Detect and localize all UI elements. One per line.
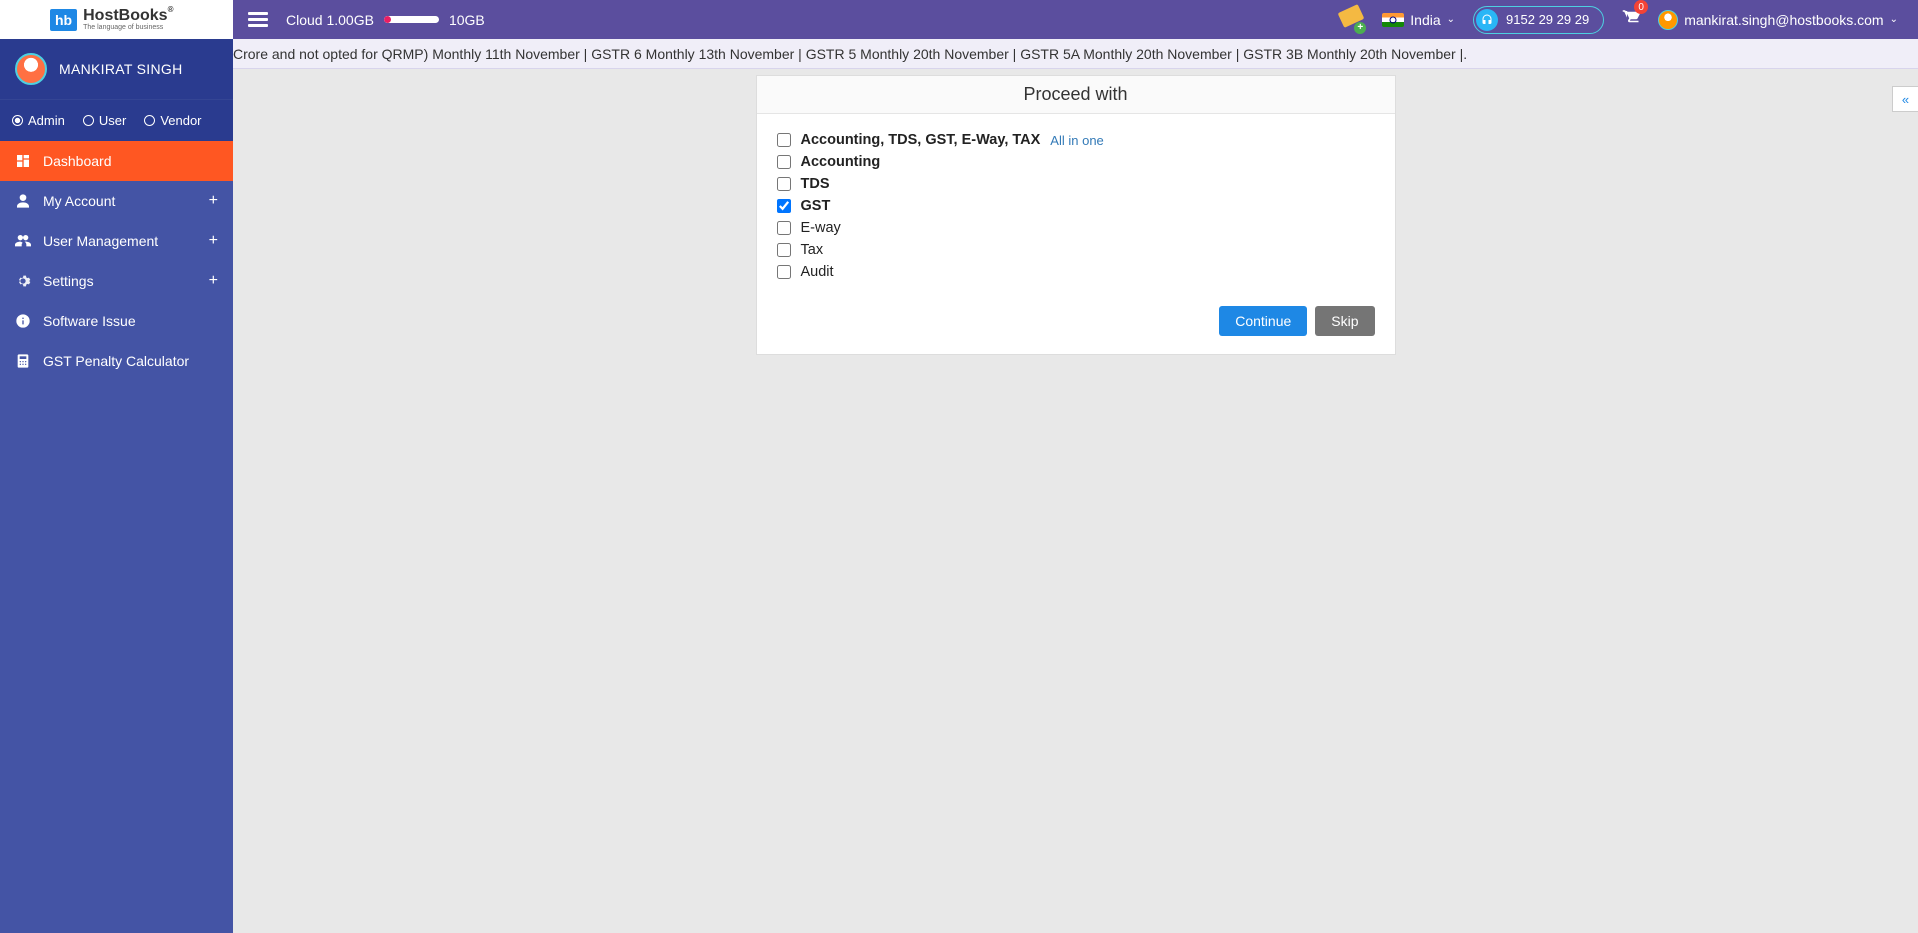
nav-gst-penalty[interactable]: GST Penalty Calculator [0, 341, 233, 381]
card-footer: Continue Skip [757, 302, 1395, 354]
ticket-icon[interactable]: + [1340, 8, 1364, 32]
collapse-panel-button[interactable]: « [1892, 86, 1918, 112]
option-tax[interactable]: Tax [777, 242, 1375, 258]
proceed-card: Proceed with Accounting, TDS, GST, E-Way… [756, 75, 1396, 355]
role-vendor[interactable]: Vendor [144, 113, 201, 128]
headset-icon [1476, 9, 1498, 31]
phone-number: 9152 29 29 29 [1506, 12, 1589, 27]
option-accounting[interactable]: Accounting [777, 154, 1375, 170]
option-tds[interactable]: TDS [777, 176, 1375, 192]
skip-button[interactable]: Skip [1315, 306, 1374, 336]
hamburger-icon[interactable] [248, 12, 268, 27]
sidebar-profile[interactable]: MANKIRAT SINGH [0, 39, 233, 99]
cart-badge: 0 [1634, 0, 1648, 14]
country-label: India [1410, 12, 1440, 28]
role-admin[interactable]: Admin [12, 113, 65, 128]
info-icon [15, 313, 31, 329]
expand-icon: + [209, 232, 218, 250]
nav-software-issue[interactable]: Software Issue [0, 301, 233, 341]
logo-badge: hb [50, 9, 77, 31]
checkbox[interactable] [777, 177, 791, 191]
cloud-used-label: Cloud 1.00GB [286, 12, 374, 28]
expand-icon: + [209, 192, 218, 210]
logo-sub: The language of business [83, 24, 167, 31]
continue-button[interactable]: Continue [1219, 306, 1307, 336]
nav-my-account[interactable]: My Account + [0, 181, 233, 221]
checkbox[interactable] [777, 199, 791, 213]
radio-icon [144, 115, 155, 126]
option-eway[interactable]: E-way [777, 220, 1375, 236]
checkbox[interactable] [777, 155, 791, 169]
radio-icon [12, 115, 23, 126]
chevron-down-icon: ⌄ [1447, 14, 1455, 25]
calculator-icon [15, 353, 31, 369]
avatar-icon [15, 53, 47, 85]
profile-name: MANKIRAT SINGH [59, 61, 182, 77]
option-gst[interactable]: GST [777, 198, 1375, 214]
checkbox[interactable] [777, 133, 791, 147]
cart-button[interactable]: 0 [1622, 8, 1640, 31]
logo-text: HostBooks® The language of business [83, 8, 167, 31]
cloud-usage: Cloud 1.00GB 10GB [286, 12, 485, 28]
cloud-progress [384, 16, 439, 23]
user-email: mankirat.singh@hostbooks.com [1684, 12, 1883, 28]
checkbox[interactable] [777, 221, 791, 235]
nav-dashboard[interactable]: Dashboard [0, 141, 233, 181]
announcement-bar: Crore and not opted for QRMP) Monthly 11… [0, 39, 1918, 69]
user-menu[interactable]: mankirat.singh@hostbooks.com ⌄ [1658, 10, 1898, 30]
user-icon [15, 193, 31, 209]
expand-icon: + [209, 272, 218, 290]
cloud-total-label: 10GB [449, 12, 485, 28]
sidebar: MANKIRAT SINGH Admin User Vendor Dashboa… [0, 39, 233, 933]
logo-main: HostBooks® [83, 8, 167, 24]
country-selector[interactable]: India ⌄ [1382, 12, 1455, 28]
main-content: Proceed with Accounting, TDS, GST, E-Way… [233, 75, 1918, 355]
nav-settings[interactable]: Settings + [0, 261, 233, 301]
topbar: hb HostBooks® The language of business C… [0, 0, 1918, 39]
dashboard-icon [15, 153, 31, 169]
announcement-text: Crore and not opted for QRMP) Monthly 11… [233, 46, 1467, 62]
gear-icon [15, 273, 31, 289]
option-audit[interactable]: Audit [777, 264, 1375, 280]
card-body: Accounting, TDS, GST, E-Way, TAX All in … [757, 114, 1395, 302]
chevron-left-icon: « [1902, 92, 1909, 107]
option-all-in-one[interactable]: Accounting, TDS, GST, E-Way, TAX All in … [777, 132, 1375, 148]
role-user[interactable]: User [83, 113, 126, 128]
radio-icon [83, 115, 94, 126]
chevron-down-icon: ⌄ [1890, 14, 1898, 25]
flag-icon [1382, 13, 1404, 27]
support-phone[interactable]: 9152 29 29 29 [1473, 6, 1604, 34]
users-icon [15, 233, 31, 249]
checkbox[interactable] [777, 243, 791, 257]
logo[interactable]: hb HostBooks® The language of business [0, 0, 233, 39]
card-title: Proceed with [757, 76, 1395, 114]
nav-user-management[interactable]: User Management + [0, 221, 233, 261]
avatar-icon [1658, 10, 1678, 30]
checkbox[interactable] [777, 265, 791, 279]
role-selector: Admin User Vendor [0, 99, 233, 141]
